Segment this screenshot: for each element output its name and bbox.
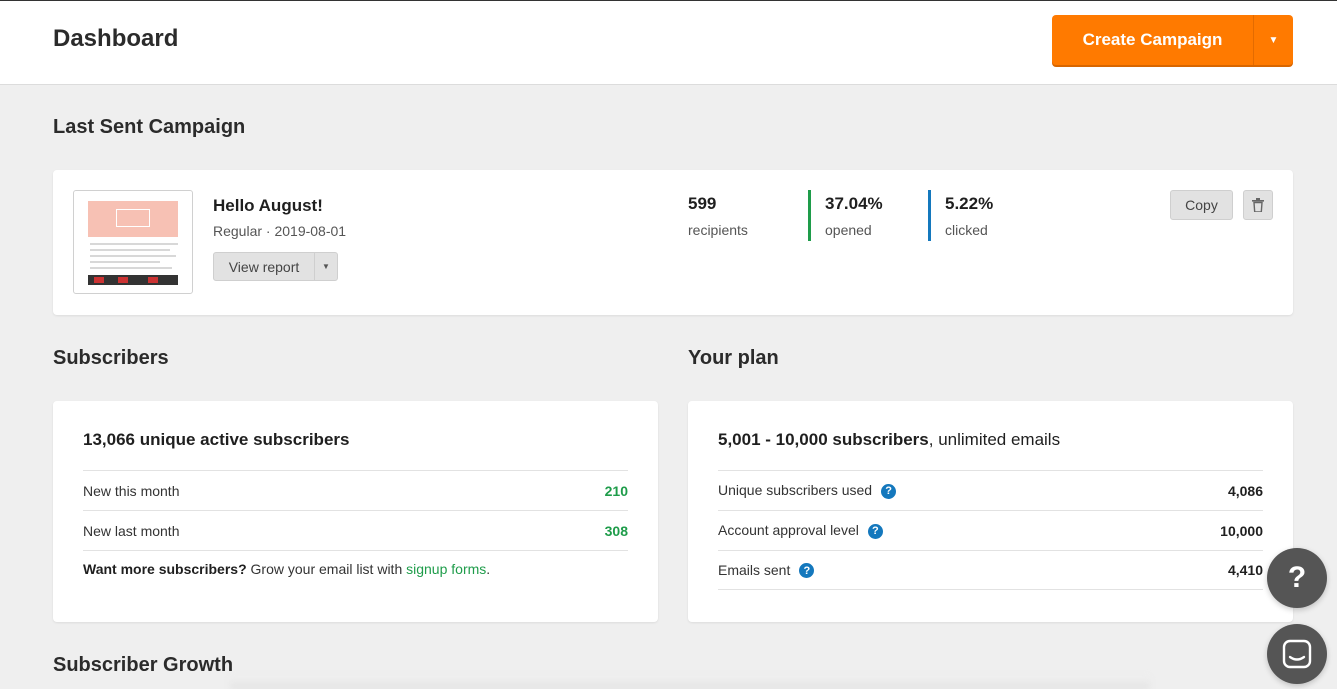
view-report-label[interactable]: View report [214,253,315,280]
copy-button[interactable]: Copy [1170,190,1233,220]
create-campaign-dropdown-toggle[interactable]: ▼ [1254,15,1293,65]
help-icon[interactable]: ? [867,523,883,539]
divider [83,550,628,551]
trash-icon [1252,198,1264,212]
stat-value: 5.22% [945,194,994,213]
row-label: Account approval level [718,522,859,539]
subscriber-promo: Want more subscribers? Grow your email l… [83,561,491,577]
row-label: Unique subscribers used [718,482,873,499]
stat-label: opened [825,222,872,238]
view-report-dropdown-toggle[interactable]: ▼ [315,253,337,280]
campaign-name[interactable]: Hello August! [213,196,323,216]
row-value: 210 [604,482,628,499]
caret-down-icon: ▼ [322,262,330,271]
chat-button[interactable] [1267,624,1327,684]
row-label: Emails sent [718,561,791,578]
growth-section-title: Subscriber Growth [53,654,234,676]
row-value: 4,410 [1227,562,1263,578]
list-item: Emails sent? 4,410 [718,550,1263,590]
list-item: New last month 308 [83,510,628,550]
row-value: 308 [604,522,628,539]
stat-opened: 37.04% opened [825,194,883,238]
plan-section-title: Your plan [688,347,779,369]
growth-card-edge [230,676,1150,689]
help-icon[interactable]: ? [881,483,897,499]
campaign-meta: Regular · 2019-08-01 [213,223,347,239]
subscribers-headline: 13,066 unique active subscribers [83,430,350,449]
plan-headline: 5,001 - 10,000 subscribers, unlimited em… [718,430,1061,449]
help-button[interactable]: ? [1267,548,1327,608]
caret-down-icon: ▼ [1268,34,1279,46]
delete-button[interactable] [1243,190,1273,220]
list-item: Unique subscribers used? 4,086 [718,470,1263,510]
plan-card: 5,001 - 10,000 subscribers, unlimited em… [688,401,1293,622]
list-item: New this month 210 [83,470,628,510]
clicked-indicator-bar [928,190,931,241]
subscribers-card: 13,066 unique active subscribers New thi… [53,401,658,622]
view-report-button[interactable]: View report ▼ [213,252,338,281]
stat-value: 37.04% [825,194,883,213]
page-title: Dashboard [53,25,179,52]
opened-indicator-bar [808,190,811,241]
chat-icon [1282,639,1312,669]
row-value: 4,086 [1227,482,1263,499]
last-campaign-section-title: Last Sent Campaign [53,116,246,138]
signup-forms-link[interactable]: signup forms [406,561,486,577]
campaign-thumbnail[interactable] [73,190,193,294]
last-campaign-card: Hello August! Regular · 2019-08-01 View … [53,170,1293,315]
thumbnail-hero-image [88,201,178,237]
stat-label: recipients [688,222,748,238]
top-bar: Dashboard Create Campaign ▼ [0,0,1337,85]
question-icon: ? [1287,561,1307,594]
row-label: New last month [83,522,180,539]
row-label: New this month [83,482,180,499]
create-campaign-label[interactable]: Create Campaign [1052,15,1254,65]
subscribers-section-title: Subscribers [53,347,169,369]
list-item: Account approval level? 10,000 [718,510,1263,550]
stat-value: 599 [688,194,717,213]
create-campaign-button[interactable]: Create Campaign ▼ [1052,15,1293,65]
stat-recipients: 599 recipients [688,194,748,238]
stat-label: clicked [945,222,988,238]
row-value: 10,000 [1220,522,1263,539]
stat-clicked: 5.22% clicked [945,194,993,238]
help-icon[interactable]: ? [799,563,815,579]
